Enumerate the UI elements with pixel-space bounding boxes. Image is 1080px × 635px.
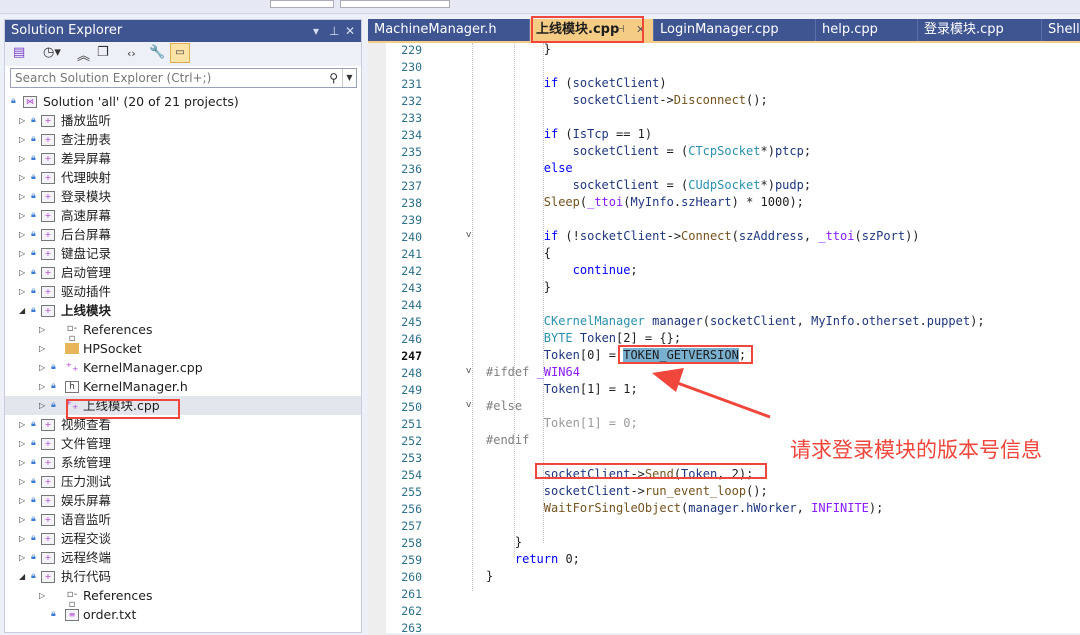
annotation-arrow (652, 368, 771, 419)
annotation-text: 请求登录模块的版本号信息 (790, 438, 1042, 462)
arrow-head (652, 368, 684, 392)
arrow-shaft (671, 379, 771, 419)
